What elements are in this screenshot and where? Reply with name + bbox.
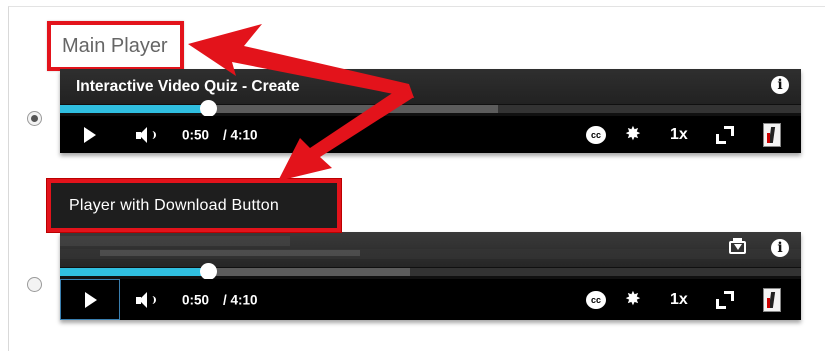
info-icon[interactable]: i <box>771 76 789 94</box>
volume-icon[interactable] <box>136 126 158 143</box>
player-title-bar: i <box>60 232 801 267</box>
download-player: i 0:50 / 4:10 cc ✸ 1x <box>60 232 801 320</box>
progress-fill <box>60 268 208 276</box>
control-bar: 0:50 / 4:10 cc ✸ 1x <box>60 279 801 320</box>
gear-icon[interactable]: ✸ <box>624 290 642 309</box>
closed-captions-icon[interactable]: cc <box>586 290 606 309</box>
current-time: 0:50 <box>182 127 210 142</box>
play-button[interactable] <box>60 279 120 320</box>
fullscreen-icon[interactable] <box>715 125 735 145</box>
control-bar: 0:50 / 4:10 cc ✸ 1x <box>60 116 801 153</box>
brand-logo-icon[interactable] <box>763 287 781 312</box>
brand-logo-icon[interactable] <box>763 122 781 147</box>
play-button[interactable] <box>60 116 120 153</box>
closed-captions-icon[interactable]: cc <box>586 125 606 144</box>
duration: / 4:10 <box>223 292 258 307</box>
main-player-radio[interactable] <box>27 111 42 126</box>
player-title-bar: Interactive Video Quiz - Create i <box>60 69 801 104</box>
progress-knob[interactable] <box>200 263 217 280</box>
progress-track[interactable] <box>498 105 801 113</box>
current-time: 0:50 <box>182 292 210 307</box>
download-icon[interactable] <box>729 238 746 254</box>
main-player: Interactive Video Quiz - Create i 0:50 /… <box>60 69 801 153</box>
video-title: Interactive Video Quiz - Create <box>76 78 300 95</box>
info-icon[interactable]: i <box>771 239 789 257</box>
gear-icon[interactable]: ✸ <box>624 125 642 144</box>
main-player-label: Main Player <box>47 21 184 71</box>
progress-fill <box>60 105 208 113</box>
progress-track[interactable] <box>410 268 801 276</box>
duration: / 4:10 <box>223 127 258 142</box>
volume-icon[interactable] <box>136 291 158 308</box>
playback-speed[interactable]: 1x <box>670 291 688 309</box>
blurred-browser-bar <box>60 232 801 264</box>
download-player-radio[interactable] <box>27 277 42 292</box>
playback-speed[interactable]: 1x <box>670 126 688 144</box>
download-player-label: Player with Download Button <box>47 179 341 232</box>
progress-knob[interactable] <box>200 100 217 117</box>
fullscreen-icon[interactable] <box>715 290 735 310</box>
